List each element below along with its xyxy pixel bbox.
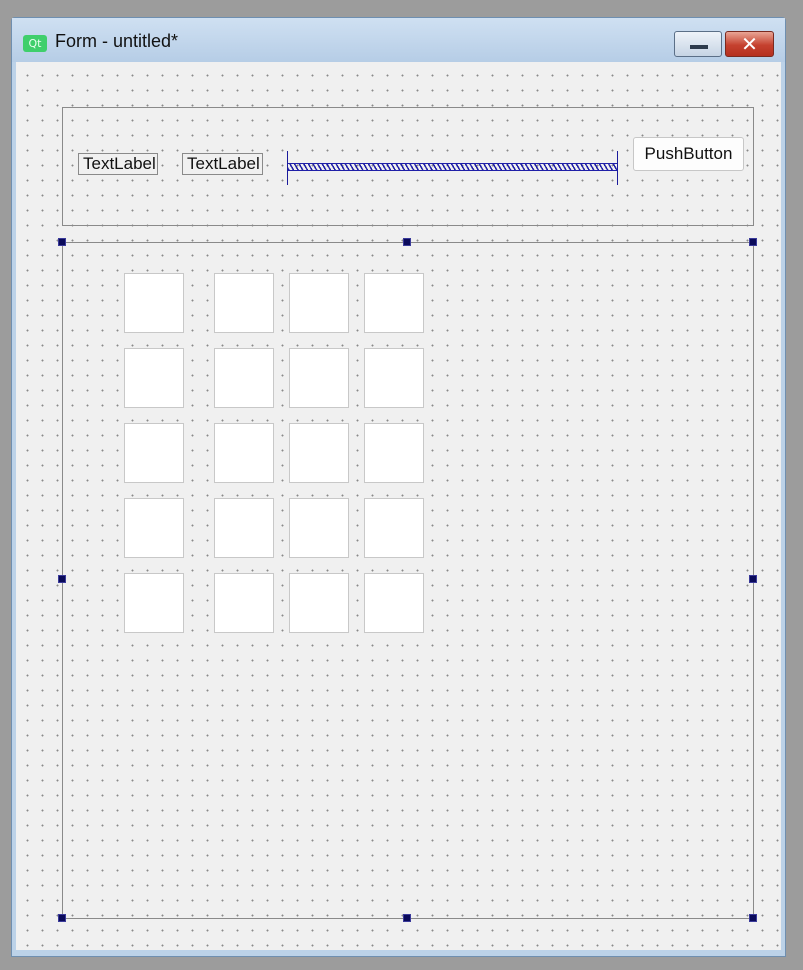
window-title: Form - untitled* [55, 31, 179, 51]
resize-handle-bottom-center[interactable] [403, 914, 411, 922]
grid-cell[interactable] [289, 423, 349, 483]
grid-cell[interactable] [124, 423, 184, 483]
grid-cell[interactable] [214, 273, 274, 333]
resize-handle-top-right[interactable] [749, 238, 757, 246]
grid-cell[interactable] [124, 273, 184, 333]
qt-logo-icon: Qt [23, 35, 47, 52]
close-button[interactable]: ✕ [725, 31, 774, 57]
grid-cell[interactable] [364, 573, 424, 633]
grid-cell[interactable] [289, 348, 349, 408]
grid-cell[interactable] [124, 498, 184, 558]
grid-cell[interactable] [364, 423, 424, 483]
resize-handle-middle-right[interactable] [749, 575, 757, 583]
grid-cell[interactable] [124, 348, 184, 408]
resize-handle-middle-left[interactable] [58, 575, 66, 583]
form-canvas[interactable]: TextLabel TextLabel PushButton [16, 62, 781, 950]
push-button[interactable]: PushButton [633, 137, 744, 171]
close-icon: ✕ [741, 32, 758, 56]
resize-handle-top-center[interactable] [403, 238, 411, 246]
form-window: Qt Form - untitled* ✕ TextLabel TextLabe… [11, 17, 786, 957]
grid-cell[interactable] [289, 573, 349, 633]
minimize-button[interactable] [674, 31, 722, 57]
grid-cell[interactable] [214, 348, 274, 408]
grid-cell[interactable] [214, 573, 274, 633]
resize-handle-top-left[interactable] [58, 238, 66, 246]
text-label-2[interactable]: TextLabel [182, 153, 263, 175]
grid-cell[interactable] [364, 348, 424, 408]
grid-cell[interactable] [289, 498, 349, 558]
spacer-spring [288, 163, 617, 171]
grid-cell[interactable] [214, 498, 274, 558]
grid-cell[interactable] [364, 273, 424, 333]
grid-cell[interactable] [214, 423, 274, 483]
grid-cell[interactable] [289, 273, 349, 333]
grid-cell[interactable] [124, 573, 184, 633]
horizontal-spacer[interactable] [287, 151, 618, 185]
resize-handle-bottom-left[interactable] [58, 914, 66, 922]
text-label-1[interactable]: TextLabel [78, 153, 158, 175]
title-bar[interactable]: Qt Form - untitled* ✕ [12, 18, 785, 62]
grid-cell[interactable] [364, 498, 424, 558]
resize-handle-bottom-right[interactable] [749, 914, 757, 922]
